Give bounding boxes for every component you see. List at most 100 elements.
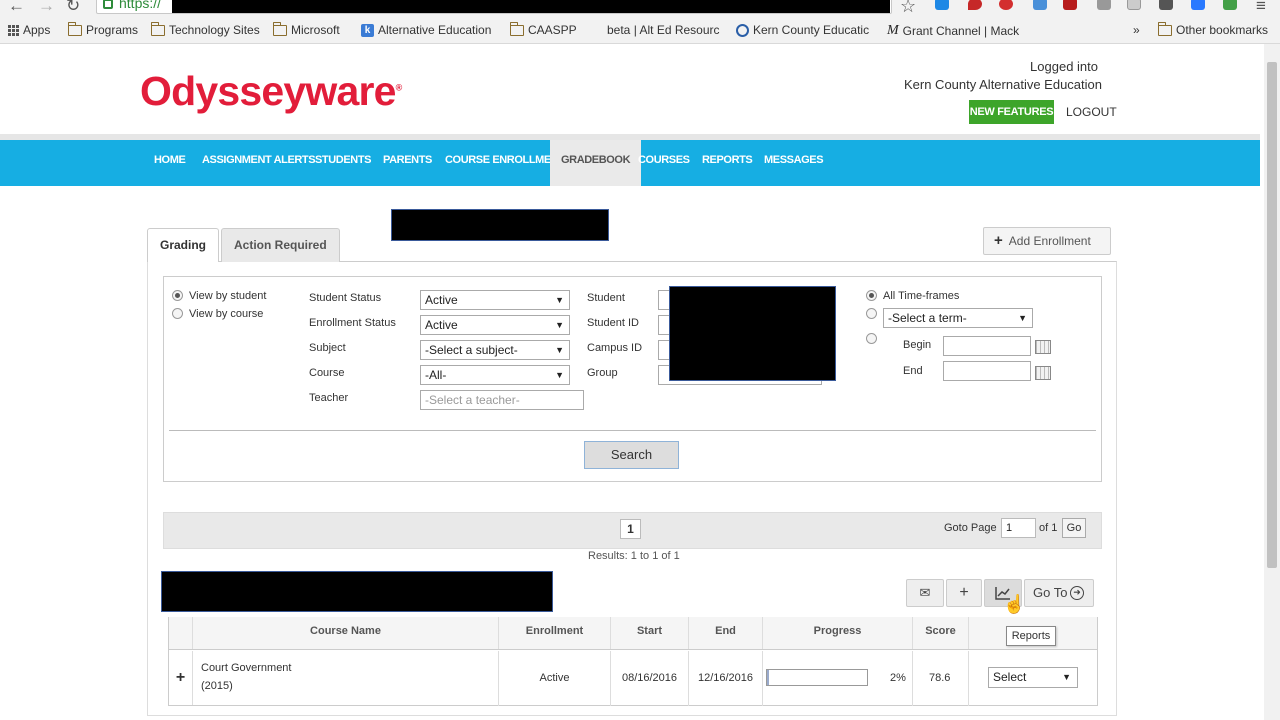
add-button[interactable]: + [946,579,982,607]
begin-date-input[interactable] [943,336,1031,356]
menu-icon[interactable]: ≡ [1256,0,1266,16]
bookmark-programs[interactable]: Programs [67,21,138,37]
extension-icon[interactable] [968,0,982,10]
bookmark-caaspp[interactable]: CAASPP [509,21,577,37]
chevron-down-icon: ▼ [555,345,564,355]
term-select[interactable]: -Select a term- ▼ [883,308,1033,328]
m-icon: M [887,23,899,38]
page-count: of 1 [1039,522,1058,534]
bookmarks-overflow[interactable]: » [1133,23,1140,37]
folder-icon [272,21,287,36]
lock-icon [103,0,113,9]
odysseyware-logo[interactable]: Odysseyware® [140,68,402,115]
chevron-down-icon: ▼ [555,370,564,380]
nav-students[interactable]: STUDENTS [315,140,371,186]
add-enrollment-button[interactable]: + Add Enrollment [983,227,1111,255]
extension-icon[interactable] [1127,0,1141,10]
extension-icon[interactable] [1159,0,1173,10]
extension-icon[interactable] [1063,0,1077,10]
header-enrollment[interactable]: Enrollment [499,617,611,649]
folder-icon [509,21,524,36]
nav-gradebook[interactable]: GRADEBOOK [550,140,642,186]
folder-icon [150,21,165,36]
bookmark-microsoft[interactable]: Microsoft [272,21,340,37]
extension-icon[interactable] [935,0,949,10]
bookmark-beta-alt-ed[interactable]: beta | Alt Ed Resourc [607,23,720,37]
header-progress[interactable]: Progress [763,617,913,649]
account-name: Kern County Alternative Education [903,77,1102,92]
expand-row-button[interactable]: + [169,651,193,705]
forward-icon[interactable]: → [38,0,55,16]
table-header-expand [169,617,193,649]
extension-icon[interactable] [1097,0,1111,10]
page-number-button[interactable]: 1 [620,519,641,539]
tab-grading[interactable]: Grading [147,228,220,262]
plus-icon: + [994,232,1003,249]
message-button[interactable]: ✉ [906,579,944,607]
extension-icon[interactable] [999,0,1013,10]
row-action-select[interactable]: Select ▼ [988,667,1078,688]
subject-select[interactable]: -Select a subject- ▼ [420,340,570,360]
bookmark-alternative-education[interactable]: k Alternative Education [361,23,491,37]
nav-parents[interactable]: PARENTS [383,140,432,186]
extension-icon[interactable] [1191,0,1205,10]
goto-page-input[interactable]: 1 [1001,518,1036,538]
end-label: End [903,365,923,377]
new-features-button[interactable]: NEW FEATURES [969,100,1054,124]
nav-assignment-alerts[interactable]: ASSIGNMENT ALERTS [202,140,316,186]
extension-icon[interactable] [1223,0,1237,10]
envelope-icon: ✉ [919,585,931,600]
nav-course-enrollment[interactable]: COURSE ENROLLMENT [445,140,565,186]
course-select[interactable]: -All- ▼ [420,365,570,385]
login-status: Logged into [1030,59,1098,74]
globe-icon [736,23,749,37]
header-end[interactable]: End [689,617,763,649]
view-by-student-radio[interactable] [172,290,183,301]
teacher-input[interactable]: -Select a teacher- [420,390,584,410]
back-icon[interactable]: ← [8,0,25,16]
all-timeframes-radio[interactable] [866,290,877,301]
nav-messages[interactable]: MESSAGES [764,140,824,186]
scrollbar-thumb[interactable] [1267,62,1277,568]
student-status-select[interactable]: Active ▼ [420,290,570,310]
nav-home[interactable]: HOME [154,140,186,186]
bookmark-apps[interactable]: Apps [8,23,50,37]
calendar-icon[interactable] [1035,366,1051,380]
redaction-block [391,209,609,241]
chevron-down-icon: ▼ [555,295,564,305]
bookmark-grant-channel[interactable]: M Grant Channel | Mack [887,23,1019,39]
reload-icon[interactable]: ↻ [66,0,80,16]
header-start[interactable]: Start [611,617,689,649]
bookmark-other[interactable]: Other bookmarks [1157,21,1268,37]
header-score[interactable]: Score [913,617,969,649]
go-button[interactable]: Go [1062,518,1086,538]
k-icon: k [361,23,374,37]
extension-icon[interactable] [1033,0,1047,10]
logout-link[interactable]: LOGOUT [1066,105,1117,119]
reports-tooltip: Reports [1006,626,1056,646]
star-icon[interactable]: ☆ [900,0,916,17]
all-timeframes-label: All Time-frames [883,290,960,302]
student-status-label: Student Status [309,292,382,304]
nav-courses[interactable]: COURSES [638,140,690,186]
view-by-student-label: View by student [189,290,267,302]
enrollment-status-select[interactable]: Active ▼ [420,315,570,335]
header-course-name[interactable]: Course Name [193,617,499,649]
calendar-icon[interactable] [1035,340,1051,354]
url-text: https:// [119,0,162,11]
filter-divider [169,430,1096,431]
goto-button[interactable]: Go To ➜ [1024,579,1094,607]
url-redaction [172,0,890,13]
search-button[interactable]: Search [584,441,679,469]
bookmark-kern-county[interactable]: Kern County Educatic [736,23,869,37]
end-date-input[interactable] [943,361,1031,381]
arrow-right-icon: ➜ [1070,586,1084,600]
table-row-course[interactable] [193,651,499,706]
tab-action-required[interactable]: Action Required [221,228,340,262]
bookmark-technology-sites[interactable]: Technology Sites [150,21,260,37]
term-radio[interactable] [866,308,877,319]
nav-reports[interactable]: REPORTS [702,140,753,186]
date-range-radio[interactable] [866,333,877,344]
progress-fill [767,670,769,685]
view-by-course-radio[interactable] [172,308,183,319]
